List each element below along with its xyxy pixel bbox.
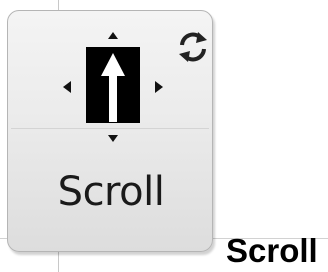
scroll-caption: Scroll [226,232,318,269]
scroll-button[interactable]: Scroll [7,10,213,252]
scroll-move-icon [63,32,163,142]
scroll-button-label: Scroll [57,169,165,215]
refresh-icon[interactable] [176,30,210,64]
